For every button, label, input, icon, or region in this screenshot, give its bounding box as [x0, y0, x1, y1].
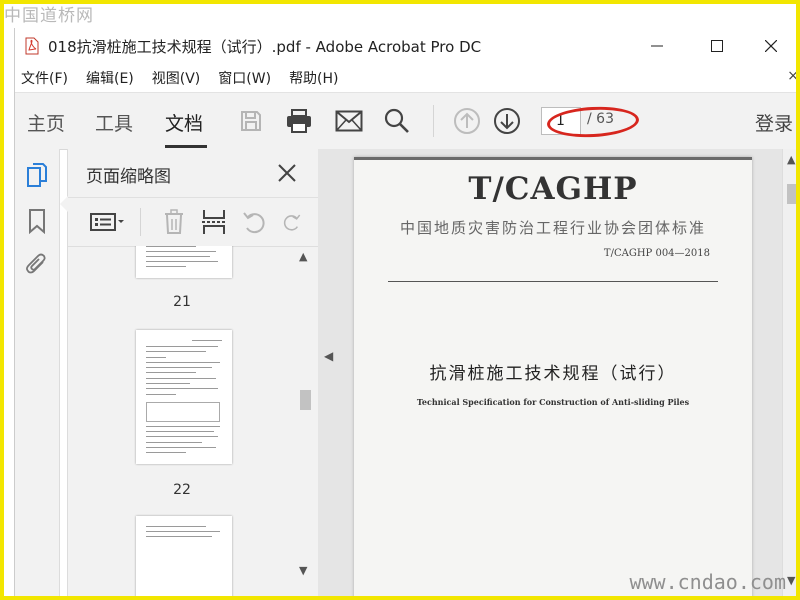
close-document-button[interactable]: ×: [787, 68, 799, 84]
page-thumbnails-icon[interactable]: [23, 161, 51, 189]
menu-edit[interactable]: 编辑(E): [86, 68, 134, 88]
main-toolbar: 主页 工具 文档 1 / 63 登录: [15, 92, 800, 150]
scrollbar-thumb[interactable]: [300, 390, 311, 410]
doc-organization: T/CAGHP: [468, 171, 638, 207]
thumbnail-panel: 页面缩略图 21 22 ▲ ▼: [67, 149, 319, 600]
rotate-left-icon[interactable]: [240, 208, 268, 236]
page-top-rule: [354, 157, 752, 160]
panel-toolbar-divider: [140, 208, 141, 236]
thumbnail-label: 21: [173, 294, 191, 310]
doc-title-en: Technical Specification for Construction…: [416, 397, 690, 407]
document-scrollbar[interactable]: ▲ ▼: [782, 149, 800, 600]
tab-document[interactable]: 文档: [165, 109, 203, 136]
pdf-page: T/CAGHP 中国地质灾害防治工程行业协会团体标准 T/CAGHP 004—2…: [354, 157, 752, 600]
navigation-rail: [15, 149, 60, 600]
options-menu-icon[interactable]: [88, 208, 128, 236]
watermark-top: 中国道桥网: [4, 6, 94, 26]
toolbar-divider: [433, 105, 434, 137]
insert-page-icon[interactable]: [200, 208, 228, 236]
thumbnail-scrollbar[interactable]: ▲ ▼: [297, 246, 313, 577]
scroll-up-arrow-icon[interactable]: ▲: [787, 153, 795, 166]
active-tab-indicator: [165, 145, 207, 148]
acrobat-window: 018抗滑桩施工技术规程（试行）.pdf - Adobe Acrobat Pro…: [14, 28, 800, 600]
pdf-file-icon: [25, 37, 39, 55]
menu-help[interactable]: 帮助(H): [289, 68, 338, 88]
tab-tools[interactable]: 工具: [95, 109, 133, 136]
close-panel-icon[interactable]: [275, 161, 299, 185]
collapse-panel-icon[interactable]: ◀: [324, 349, 333, 363]
scroll-down-arrow-icon[interactable]: ▼: [787, 574, 795, 587]
title-bar: 018抗滑桩施工技术规程（试行）.pdf - Adobe Acrobat Pro…: [15, 28, 800, 64]
search-icon[interactable]: [381, 105, 413, 137]
doc-standard-number: T/CAGHP 004—2018: [603, 248, 710, 259]
menu-window[interactable]: 窗口(W): [218, 68, 271, 88]
panel-pointer: [60, 196, 68, 212]
page-down-icon[interactable]: [491, 105, 523, 137]
menu-file[interactable]: 文件(F): [21, 68, 68, 88]
window-title: 018抗滑桩施工技术规程（试行）.pdf - Adobe Acrobat Pro…: [48, 37, 482, 56]
thumbnail-page-22[interactable]: [136, 330, 232, 464]
scrollbar-thumb[interactable]: [787, 184, 798, 204]
rotate-right-icon[interactable]: [282, 208, 302, 236]
doc-divider: [388, 281, 718, 282]
panel-title: 页面缩略图: [86, 167, 171, 187]
minimize-button[interactable]: [627, 28, 687, 64]
watermark-bottom: www.cndao.com: [629, 570, 786, 594]
bookmark-icon[interactable]: [23, 207, 51, 235]
panel-toolbar: [68, 197, 318, 247]
email-icon[interactable]: [333, 105, 365, 137]
thumbnail-page-23[interactable]: [136, 516, 232, 600]
maximize-button[interactable]: [687, 28, 747, 64]
save-icon[interactable]: [235, 105, 267, 137]
scroll-up-arrow-icon[interactable]: ▲: [299, 250, 307, 263]
thumbnail-list: 21 22: [68, 246, 296, 600]
close-window-button[interactable]: [741, 28, 800, 64]
print-icon[interactable]: [283, 105, 315, 137]
delete-icon[interactable]: [160, 208, 188, 236]
doc-title-cn: 抗滑桩施工技术规程（试行）: [429, 364, 677, 384]
document-view: ◀ T/CAGHP 中国地质灾害防治工程行业协会团体标准 T/CAGHP 004…: [318, 149, 800, 600]
tab-home[interactable]: 主页: [27, 109, 65, 136]
scroll-down-arrow-icon[interactable]: ▼: [299, 564, 307, 577]
page-up-icon[interactable]: [451, 105, 483, 137]
login-button[interactable]: 登录: [755, 109, 793, 136]
attachment-icon[interactable]: [23, 251, 51, 279]
doc-association: 中国地质灾害防治工程行业协会团体标准: [399, 219, 706, 237]
thumbnail-label: 22: [173, 482, 191, 498]
menu-bar: 文件(F) 编辑(E) 视图(V) 窗口(W) 帮助(H) ×: [15, 64, 800, 92]
thumbnail-page-21[interactable]: [136, 246, 232, 278]
menu-view[interactable]: 视图(V): [152, 68, 201, 88]
